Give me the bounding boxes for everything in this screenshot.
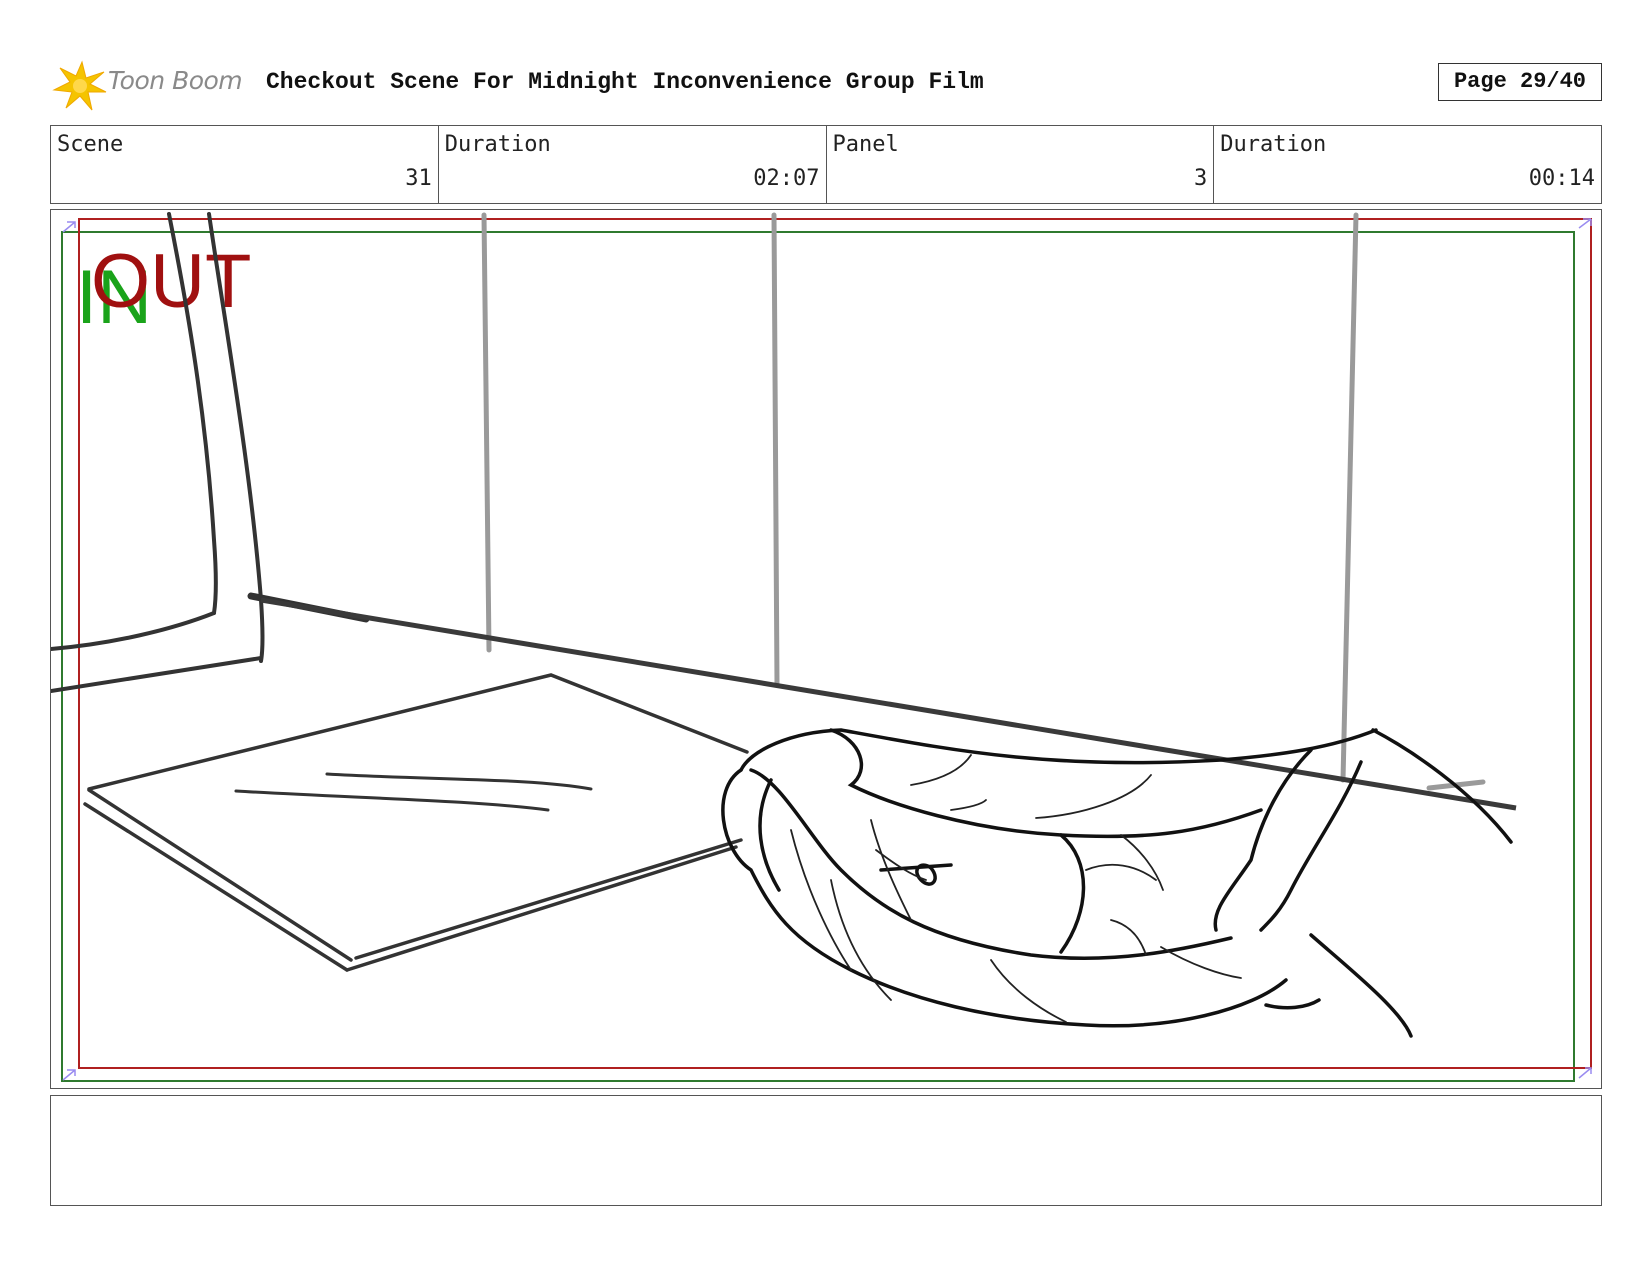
out-label: OUT bbox=[91, 239, 251, 324]
scene-duration-cell: Duration 02:07 bbox=[439, 126, 827, 203]
scene-cell: Scene 31 bbox=[51, 126, 439, 203]
storyboard-title: Checkout Scene For Midnight Inconvenienc… bbox=[266, 69, 984, 95]
corner-arrows bbox=[62, 218, 1592, 1081]
page-header: Toon Boom Checkout Scene For Midnight In… bbox=[52, 56, 1602, 112]
toon-boom-logo: Toon Boom bbox=[52, 56, 252, 112]
wall-lines bbox=[481, 212, 1486, 791]
scene-label: Scene bbox=[57, 132, 124, 157]
scene-duration-label: Duration bbox=[444, 132, 551, 157]
panel-label: Panel bbox=[832, 132, 899, 157]
panel-duration-cell: Duration 00:14 bbox=[1214, 126, 1601, 203]
starburst-icon bbox=[52, 60, 107, 111]
scene-info-table: Scene 31 Duration 02:07 Panel 3 Duration… bbox=[50, 125, 1602, 204]
storyboard-panel: IN OUT bbox=[50, 209, 1602, 1089]
panel-cell: Panel 3 bbox=[827, 126, 1215, 203]
logo-text: Toon Boom bbox=[108, 66, 243, 95]
page-number: Page 29/40 bbox=[1438, 63, 1602, 101]
panel-value: 3 bbox=[1194, 166, 1208, 191]
bagel-detail-lines bbox=[790, 754, 1242, 1023]
counter-edge bbox=[260, 597, 1517, 811]
bagel-sketch bbox=[721, 728, 1513, 1038]
panel-duration-label: Duration bbox=[1220, 132, 1327, 157]
panel-drawing: IN OUT bbox=[51, 212, 1592, 1082]
panel-notes bbox=[50, 1095, 1602, 1206]
panel-duration-value: 00:14 bbox=[1528, 166, 1595, 191]
card-reader-sketch bbox=[83, 673, 749, 972]
scene-value: 31 bbox=[405, 166, 432, 191]
scene-duration-value: 02:07 bbox=[753, 166, 820, 191]
out-frame bbox=[78, 218, 1592, 1069]
